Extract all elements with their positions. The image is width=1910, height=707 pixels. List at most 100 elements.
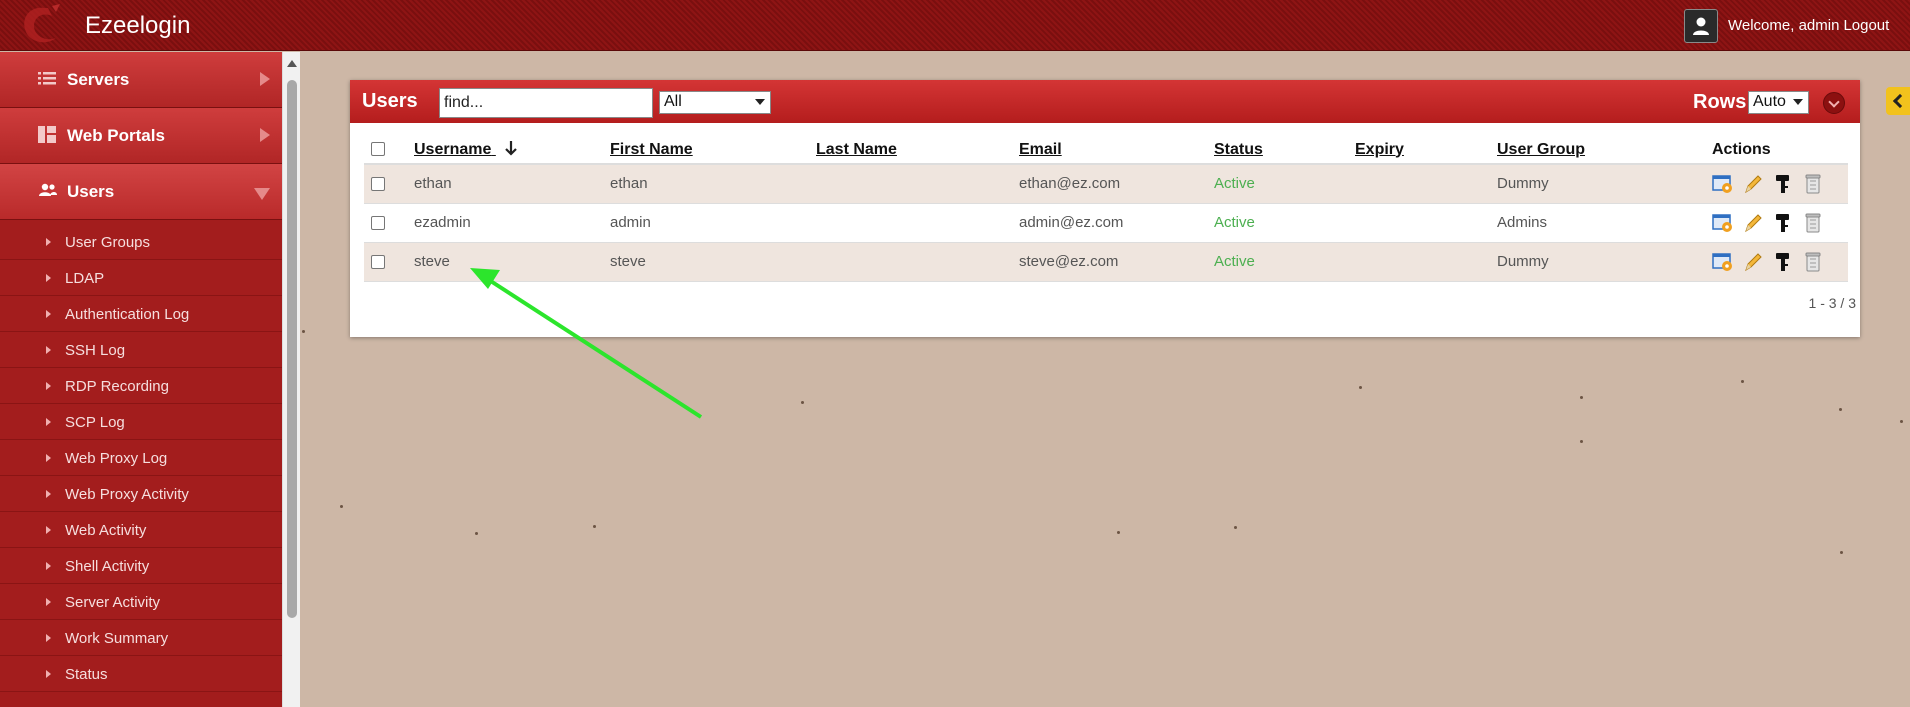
cell-actions <box>1712 203 1848 243</box>
cell-first-name: admin <box>610 203 816 243</box>
sidebar-item-servers[interactable]: Servers <box>0 52 282 108</box>
delete-trash-icon[interactable] <box>1802 251 1824 273</box>
submenu-label: SSH Log <box>65 342 126 359</box>
speck <box>1359 386 1362 389</box>
submenu-label: LDAP <box>65 270 105 287</box>
users-icon <box>39 183 57 196</box>
column-username[interactable]: Username <box>414 136 610 165</box>
edit-pencil-icon[interactable] <box>1742 173 1764 195</box>
sidebar-item-web-portals[interactable]: Web Portals <box>0 108 282 164</box>
bullet-icon <box>46 310 51 318</box>
column-expiry[interactable]: Expiry <box>1355 136 1497 165</box>
table-row[interactable]: ezadmin admin admin@ez.com Active Admins <box>364 203 1848 243</box>
bullet-icon <box>46 670 51 678</box>
speck <box>1234 526 1237 529</box>
cell-status: Active <box>1214 242 1355 282</box>
submenu-item-rdp-recording[interactable]: RDP Recording <box>0 368 282 404</box>
select-all-cell <box>364 136 414 165</box>
edit-pencil-icon[interactable] <box>1742 212 1764 234</box>
submenu-item-web-proxy-activity[interactable]: Web Proxy Activity <box>0 476 282 512</box>
sidebar-scrollbar[interactable] <box>282 52 300 707</box>
chevron-right-icon <box>260 72 270 86</box>
submenu-label: Server Activity <box>65 594 161 611</box>
cell-username[interactable]: ezadmin <box>414 203 610 243</box>
column-email[interactable]: Email <box>1019 136 1214 165</box>
key-icon[interactable] <box>1772 251 1794 273</box>
column-first-name[interactable]: First Name <box>610 136 816 165</box>
cell-actions <box>1712 242 1848 282</box>
cell-username[interactable]: ethan <box>414 164 610 204</box>
scroll-up-icon[interactable] <box>287 60 297 67</box>
submenu-label: Web Proxy Log <box>65 450 168 467</box>
row-select-cell <box>364 242 414 282</box>
user-avatar-icon[interactable] <box>1684 9 1718 43</box>
delete-trash-icon[interactable] <box>1802 173 1824 195</box>
cell-username[interactable]: steve <box>414 242 610 282</box>
submenu-item-work-summary[interactable]: Work Summary <box>0 620 282 656</box>
delete-trash-icon[interactable] <box>1802 212 1824 234</box>
submenu-item-status[interactable]: Status <box>0 656 282 692</box>
user-settings-icon[interactable] <box>1712 173 1734 195</box>
collapse-panel-button[interactable] <box>1823 92 1845 114</box>
row-checkbox[interactable] <box>371 177 385 192</box>
bullet-icon <box>46 526 51 534</box>
table-row[interactable]: ethan ethan ethan@ez.com Active Dummy <box>364 164 1848 204</box>
submenu-item-scp-log[interactable]: SCP Log <box>0 404 282 440</box>
cell-email: steve@ez.com <box>1019 242 1214 282</box>
cell-first-name: ethan <box>610 164 816 204</box>
submenu-label: User Groups <box>65 234 151 251</box>
user-settings-icon[interactable] <box>1712 251 1734 273</box>
cell-last-name <box>816 164 1019 204</box>
dashboard-icon <box>38 126 56 143</box>
cell-last-name <box>816 242 1019 282</box>
speck <box>1840 551 1843 554</box>
side-panel-toggle-button[interactable] <box>1886 87 1910 115</box>
edit-pencil-icon[interactable] <box>1742 251 1764 273</box>
search-input[interactable] <box>439 88 653 118</box>
sidebar-item-label: Users <box>67 182 115 201</box>
app-brand[interactable]: Ezeelogin <box>85 12 190 40</box>
cell-actions <box>1712 164 1848 204</box>
submenu-item-ldap[interactable]: LDAP <box>0 260 282 296</box>
bullet-icon <box>46 418 51 426</box>
submenu-item-user-groups[interactable]: User Groups <box>0 224 282 260</box>
user-settings-icon[interactable] <box>1712 212 1734 234</box>
submenu-item-authentication-log[interactable]: Authentication Log <box>0 296 282 332</box>
logout-link[interactable]: Logout <box>1843 17 1889 34</box>
submenu-item-server-activity[interactable]: Server Activity <box>0 584 282 620</box>
select-all-checkbox[interactable] <box>371 142 385 157</box>
cell-expiry <box>1355 164 1497 204</box>
table-row[interactable]: steve steve steve@ez.com Active Dummy <box>364 242 1848 282</box>
column-user-group[interactable]: User Group <box>1497 136 1712 165</box>
submenu-label: Authentication Log <box>65 306 190 323</box>
status-filter-select[interactable]: All <box>659 91 771 114</box>
sidebar-item-label: Web Portals <box>67 126 165 145</box>
column-label: User Group <box>1497 140 1586 158</box>
submenu-item-web-proxy-log[interactable]: Web Proxy Log <box>0 440 282 476</box>
submenu-label: Status <box>65 666 108 683</box>
cell-user-group: Dummy <box>1497 242 1712 282</box>
submenu-item-ssh-log[interactable]: SSH Log <box>0 332 282 368</box>
key-icon[interactable] <box>1772 173 1794 195</box>
scroll-thumb[interactable] <box>287 80 297 618</box>
speck <box>475 532 478 535</box>
key-icon[interactable] <box>1772 212 1794 234</box>
sort-desc-icon <box>505 141 517 156</box>
column-status[interactable]: Status <box>1214 136 1355 165</box>
submenu-item-web-activity[interactable]: Web Activity <box>0 512 282 548</box>
submenu-item-shell-activity[interactable]: Shell Activity <box>0 548 282 584</box>
welcome-area: Welcome, admin Logout <box>1728 17 1889 34</box>
column-last-name[interactable]: Last Name <box>816 136 1019 165</box>
column-label: Expiry <box>1355 140 1404 158</box>
submenu-label: Web Proxy Activity <box>65 486 189 503</box>
panel-header: Users All Rows Auto <box>350 80 1860 123</box>
row-checkbox[interactable] <box>371 216 385 231</box>
rows-per-page-select[interactable]: Auto <box>1748 91 1809 114</box>
row-checkbox[interactable] <box>371 255 385 270</box>
sidebar-item-users[interactable]: Users <box>0 164 282 220</box>
bullet-icon <box>46 490 51 498</box>
speck <box>340 505 343 508</box>
logo-icon <box>24 4 60 43</box>
filter-selected-value: All <box>664 93 682 110</box>
column-actions: Actions <box>1712 136 1848 165</box>
